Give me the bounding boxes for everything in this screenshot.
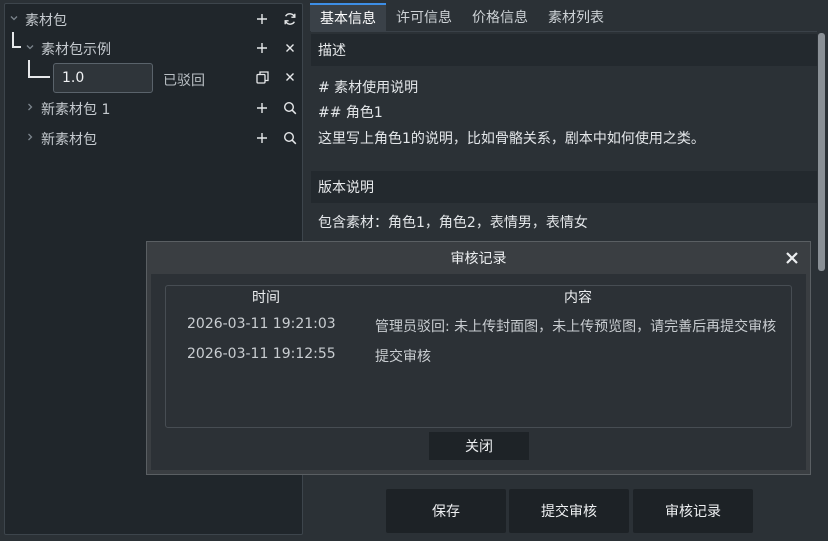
tree-item-new-package-1[interactable]: 新素材包 1 bbox=[5, 93, 302, 123]
column-header-time: 时间 bbox=[252, 290, 280, 306]
records-table: 时间 内容 2026-03-11 19:21:03 管理员驳回: 未上传封面图，… bbox=[165, 285, 792, 428]
version-input[interactable]: 1.0 bbox=[53, 63, 153, 93]
search-icon[interactable] bbox=[280, 98, 300, 118]
close-dialog-button[interactable]: 关闭 bbox=[429, 432, 529, 460]
submit-review-button[interactable]: 提交审核 bbox=[509, 489, 629, 533]
tree-item-label: 新素材包 1 bbox=[41, 102, 111, 118]
review-records-dialog: 审核记录 时间 内容 2026-03-11 19:21:03 管理员驳回: 未上… bbox=[146, 241, 811, 475]
plus-icon[interactable] bbox=[252, 98, 272, 118]
close-icon[interactable] bbox=[280, 38, 300, 58]
plus-icon[interactable] bbox=[252, 9, 272, 29]
column-header-content: 内容 bbox=[564, 290, 592, 306]
tree-connector bbox=[28, 60, 50, 78]
close-icon[interactable] bbox=[782, 248, 802, 268]
chevron-right-icon[interactable] bbox=[24, 132, 36, 144]
vertical-scrollbar[interactable] bbox=[818, 33, 825, 271]
refresh-icon[interactable] bbox=[280, 9, 300, 29]
review-records-button[interactable]: 审核记录 bbox=[633, 489, 753, 533]
tree-item-root[interactable]: 素材包 bbox=[5, 4, 302, 34]
tree-item-label: 新素材包 bbox=[41, 132, 97, 148]
tree-item-label: 素材包 bbox=[25, 13, 67, 29]
record-time: 2026-03-11 19:21:03 bbox=[187, 316, 336, 332]
version-value: 1.0 bbox=[62, 70, 85, 86]
version-notes-text: 包含素材：角色1，角色2，表情男，表情女 bbox=[318, 215, 588, 231]
record-time: 2026-03-11 19:12:55 bbox=[187, 346, 336, 362]
record-content: 管理员驳回: 未上传封面图，未上传预览图，请完善后再提交审核 bbox=[375, 319, 777, 335]
tree-item-label: 素材包示例 bbox=[41, 42, 111, 58]
tree-item-new-package[interactable]: 新素材包 bbox=[5, 123, 302, 153]
plus-icon[interactable] bbox=[252, 128, 272, 148]
chevron-down-icon[interactable] bbox=[8, 13, 20, 25]
tab-bar: 基本信息 许可信息 价格信息 素材列表 bbox=[310, 3, 828, 31]
tab-price-info[interactable]: 价格信息 bbox=[462, 3, 538, 31]
save-button[interactable]: 保存 bbox=[386, 489, 506, 533]
tab-license-info[interactable]: 许可信息 bbox=[386, 3, 462, 31]
record-content: 提交审核 bbox=[375, 349, 431, 365]
tree-item-example[interactable]: 素材包示例 bbox=[5, 33, 302, 63]
dialog-body: 时间 内容 2026-03-11 19:21:03 管理员驳回: 未上传封面图，… bbox=[151, 274, 806, 470]
tab-basic-info[interactable]: 基本信息 bbox=[310, 3, 386, 31]
table-row[interactable]: 2026-03-11 19:21:03 管理员驳回: 未上传封面图，未上传预览图… bbox=[166, 310, 791, 340]
dialog-title: 审核记录 bbox=[450, 251, 507, 267]
description-line: ## 角色1 bbox=[318, 105, 383, 121]
search-icon[interactable] bbox=[280, 128, 300, 148]
chevron-down-icon[interactable] bbox=[24, 42, 36, 54]
table-row[interactable]: 2026-03-11 19:12:55 提交审核 bbox=[166, 340, 791, 370]
description-line: # 素材使用说明 bbox=[318, 80, 419, 96]
close-icon[interactable] bbox=[280, 67, 300, 87]
chevron-right-icon[interactable] bbox=[24, 102, 36, 114]
plus-icon[interactable] bbox=[252, 38, 272, 58]
copy-icon[interactable] bbox=[252, 67, 272, 87]
status-badge: 已驳回 bbox=[163, 73, 205, 89]
description-heading: 描述 bbox=[311, 34, 817, 66]
description-line: 这里写上角色1的说明，比如骨骼关系，剧本中如何使用之类。 bbox=[318, 131, 705, 147]
version-notes-heading: 版本说明 bbox=[311, 171, 817, 203]
tab-asset-list[interactable]: 素材列表 bbox=[538, 3, 614, 31]
